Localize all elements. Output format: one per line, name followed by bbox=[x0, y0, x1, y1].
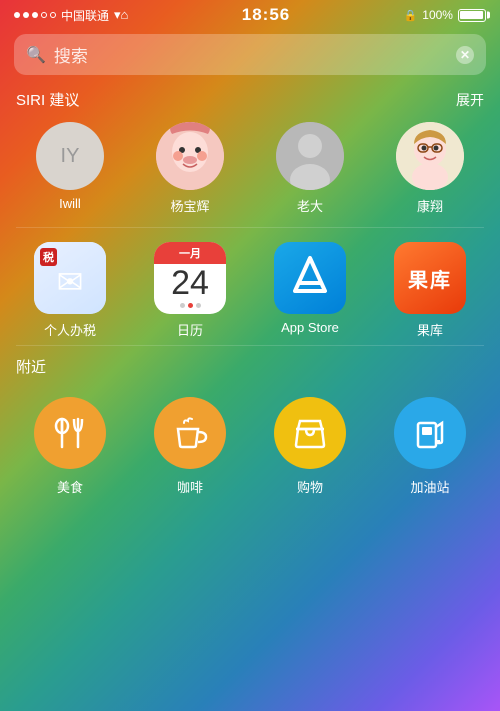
coffee-icon-svg bbox=[172, 415, 208, 451]
search-placeholder: 搜索 bbox=[54, 42, 448, 67]
signal-dot-5 bbox=[50, 12, 56, 18]
signal-dot-1 bbox=[14, 12, 20, 18]
status-bar: 中国联通 ▾⌂ 18:56 🔒 100% bbox=[0, 0, 500, 28]
nearby-gas[interactable]: 加油站 bbox=[385, 397, 475, 496]
food-icon-svg bbox=[52, 415, 88, 451]
guoku-icon-inner: 果库 bbox=[394, 242, 466, 314]
signal-dot-3 bbox=[32, 12, 38, 18]
cal-dot-1 bbox=[180, 303, 185, 308]
nearby-row: 美食 咖啡 bbox=[0, 385, 500, 506]
contact-laoda[interactable]: 老大 bbox=[265, 122, 355, 215]
laoda-avatar-svg bbox=[276, 122, 344, 190]
battery-indicator bbox=[458, 9, 486, 22]
lock-icon: 🔒 bbox=[404, 9, 418, 22]
tax-envelope-icon: ✉ bbox=[57, 263, 84, 301]
appstore-svg bbox=[285, 253, 335, 303]
shop-icon-svg bbox=[292, 415, 328, 451]
calendar-month: 一月 bbox=[154, 242, 226, 264]
nearby-shop[interactable]: 购物 bbox=[265, 397, 355, 496]
calendar-day: 24 bbox=[154, 264, 226, 303]
section-divider-2 bbox=[16, 345, 484, 346]
search-icon: 🔍 bbox=[26, 45, 46, 65]
nearby-label-food: 美食 bbox=[57, 477, 83, 496]
nearby-section-header: 附近 bbox=[0, 352, 500, 385]
app-icon-appstore bbox=[274, 242, 346, 314]
appstore-icon-symbol bbox=[285, 253, 335, 303]
siri-contacts-row: IY Iwill 杨宝辉 bbox=[0, 118, 500, 227]
nearby-icon-gas bbox=[394, 397, 466, 469]
signal-dot-4 bbox=[41, 12, 47, 18]
search-bar[interactable]: 🔍 搜索 ✕ bbox=[14, 34, 486, 75]
app-icon-tax: 税 ✉ bbox=[34, 242, 106, 314]
battery-bar bbox=[458, 9, 486, 22]
nearby-section-title: 附近 bbox=[16, 356, 46, 377]
battery-fill bbox=[460, 11, 483, 19]
app-icon-guoku: 果库 bbox=[394, 242, 466, 314]
contact-name-kang: 康翔 bbox=[417, 196, 443, 215]
tax-icon-inner: 税 ✉ bbox=[34, 242, 106, 314]
contact-kang[interactable]: 康翔 bbox=[385, 122, 475, 215]
search-clear-button[interactable]: ✕ bbox=[456, 46, 474, 64]
avatar-initials-iwill: IY bbox=[61, 145, 80, 168]
nearby-icon-food bbox=[34, 397, 106, 469]
apps-row: 税 ✉ 个人办税 一月 24 日历 bbox=[0, 228, 500, 345]
contact-avatar-kang bbox=[396, 122, 464, 190]
status-right: 🔒 100% bbox=[404, 8, 486, 22]
contact-avatar-laoda bbox=[276, 122, 344, 190]
nearby-label-coffee: 咖啡 bbox=[177, 477, 203, 496]
wifi-icon: ▾⌂ bbox=[114, 7, 128, 23]
contact-avatar-iwill: IY bbox=[36, 122, 104, 190]
nearby-coffee[interactable]: 咖啡 bbox=[145, 397, 235, 496]
carrier-label: 中国联通 bbox=[61, 7, 109, 24]
app-icon-calendar: 一月 24 bbox=[154, 242, 226, 314]
siri-section-title: SIRI 建议 bbox=[16, 89, 79, 110]
yang-avatar-svg bbox=[156, 122, 224, 190]
nearby-icon-shop bbox=[274, 397, 346, 469]
contact-name-iwill: Iwill bbox=[59, 196, 81, 211]
contact-avatar-yang bbox=[156, 122, 224, 190]
status-left: 中国联通 ▾⌂ bbox=[14, 7, 128, 24]
contact-name-yang: 杨宝辉 bbox=[170, 196, 209, 215]
battery-percent: 100% bbox=[422, 8, 453, 22]
app-guoku[interactable]: 果库 果库 bbox=[385, 242, 475, 339]
app-appstore[interactable]: App Store bbox=[265, 242, 355, 339]
app-label-calendar: 日历 bbox=[177, 320, 203, 339]
cal-dot-3 bbox=[196, 303, 201, 308]
contact-yang[interactable]: 杨宝辉 bbox=[145, 122, 235, 215]
nearby-food[interactable]: 美食 bbox=[25, 397, 115, 496]
signal-dots bbox=[14, 12, 56, 18]
app-label-guoku: 果库 bbox=[417, 320, 443, 339]
time-display: 18:56 bbox=[242, 5, 290, 25]
app-label-appstore: App Store bbox=[281, 320, 339, 335]
nearby-label-shop: 购物 bbox=[297, 477, 323, 496]
nearby-section: 附近 美食 bbox=[0, 352, 500, 506]
calendar-icon-inner: 一月 24 bbox=[154, 242, 226, 314]
nearby-icon-coffee bbox=[154, 397, 226, 469]
gas-icon-svg bbox=[412, 415, 448, 451]
siri-section-header: SIRI 建议 展开 bbox=[0, 85, 500, 118]
app-label-tax: 个人办税 bbox=[44, 320, 96, 339]
app-tax[interactable]: 税 ✉ 个人办税 bbox=[25, 242, 115, 339]
siri-expand-button[interactable]: 展开 bbox=[456, 90, 484, 110]
tax-badge: 税 bbox=[40, 248, 57, 266]
kang-avatar-svg bbox=[396, 122, 464, 190]
contact-iwill[interactable]: IY Iwill bbox=[25, 122, 115, 215]
app-calendar[interactable]: 一月 24 日历 bbox=[145, 242, 235, 339]
contact-name-laoda: 老大 bbox=[297, 196, 323, 215]
cal-dot-2 bbox=[188, 303, 193, 308]
nearby-label-gas: 加油站 bbox=[410, 477, 449, 496]
calendar-dots bbox=[154, 303, 226, 314]
signal-dot-2 bbox=[23, 12, 29, 18]
